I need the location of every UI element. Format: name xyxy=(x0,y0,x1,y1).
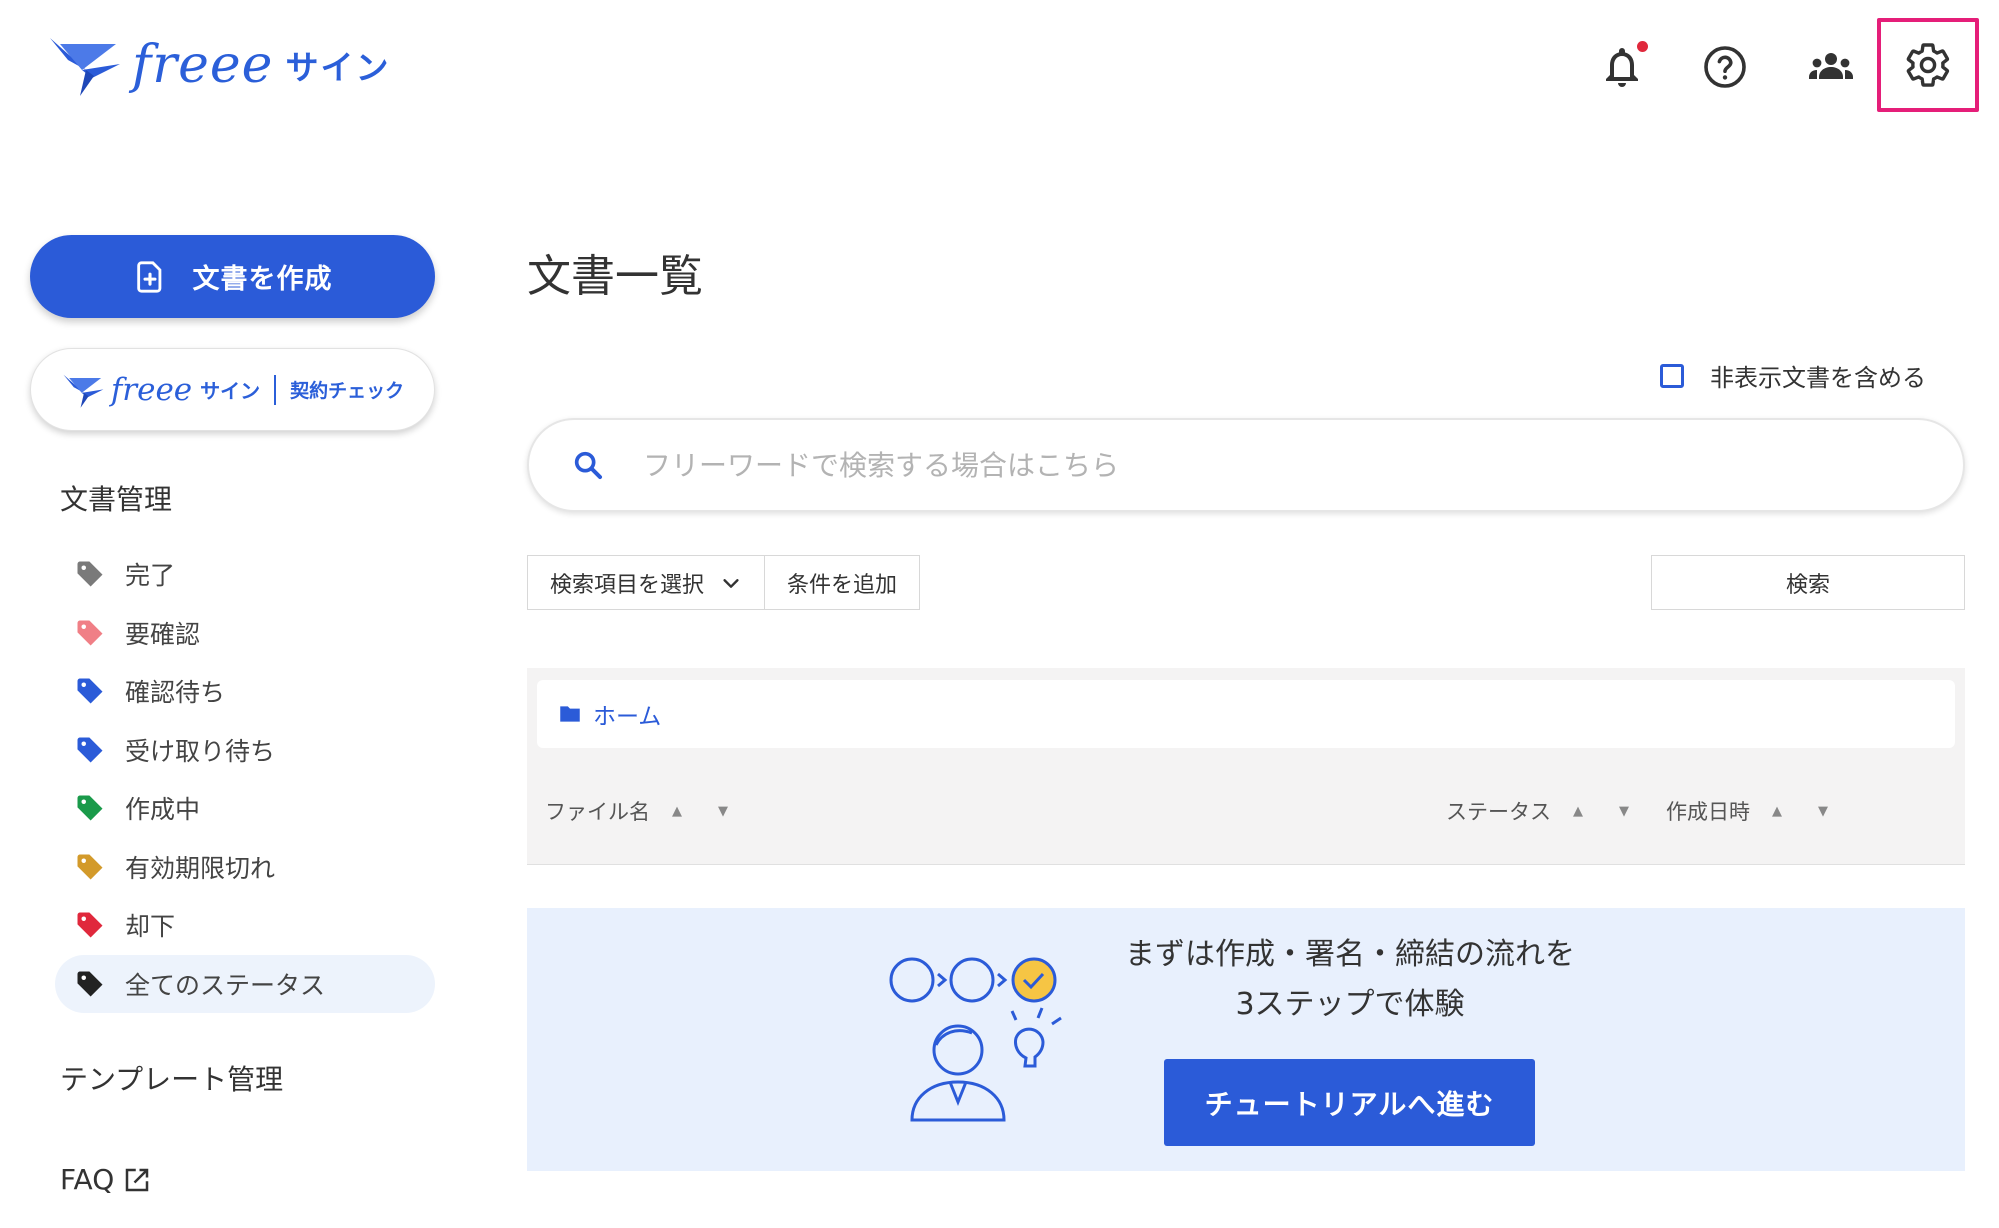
help-button[interactable] xyxy=(1693,35,1757,99)
status-label: 確認待ち xyxy=(125,678,226,707)
tag-icon xyxy=(77,737,103,762)
sort-controls: ▲ ▼ xyxy=(1772,804,1828,819)
filter-controls: 検索項目を選択 条件を追加 xyxy=(527,555,921,610)
include-hidden-checkbox[interactable]: 非表示文書を含める xyxy=(1660,358,1926,393)
chevron-down-icon xyxy=(723,578,739,588)
tutorial-message: まずは作成・署名・締結の流れを 3ステップで体験 xyxy=(1090,930,1610,1030)
faq-link[interactable]: FAQ xyxy=(60,1163,152,1196)
add-file-icon xyxy=(136,260,161,293)
document-management-heading: 文書管理 xyxy=(60,483,173,516)
create-document-label: 文書を作成 xyxy=(192,264,333,295)
page-title: 文書一覧 xyxy=(527,251,703,302)
check-logo-text: freee xyxy=(110,371,193,408)
settings-highlight-box xyxy=(1877,18,1979,112)
sort-asc-icon[interactable]: ▲ xyxy=(1573,804,1583,819)
tutorial-start-button[interactable]: チュートリアルへ進む xyxy=(1164,1059,1535,1146)
status-label: 完了 xyxy=(125,561,176,590)
notification-button[interactable] xyxy=(1590,35,1654,99)
status-filter-item[interactable]: 完了 xyxy=(55,545,435,603)
external-link-icon xyxy=(126,1168,149,1191)
tutorial-line-1: まずは作成・署名・締結の流れを xyxy=(1125,937,1575,972)
column-status-label: ステータス xyxy=(1446,800,1551,824)
sort-asc-icon[interactable]: ▲ xyxy=(672,804,682,819)
select-search-field-label: 検索項目を選択 xyxy=(550,572,705,598)
freee-sign-logo[interactable]: freee サイン xyxy=(46,30,390,100)
tag-icon xyxy=(77,620,103,645)
select-search-field-dropdown[interactable]: 検索項目を選択 xyxy=(528,556,765,609)
status-label: 有効期限切れ xyxy=(125,853,276,883)
search-button-label: 検索 xyxy=(1785,572,1830,598)
add-condition-button[interactable]: 条件を追加 xyxy=(764,556,920,609)
column-file-name-label: ファイル名 xyxy=(545,800,650,824)
column-header-created-at: 作成日時 ▲ ▼ xyxy=(1666,796,1828,826)
sort-controls: ▲ ▼ xyxy=(1573,804,1629,819)
status-label: 全てのステータス xyxy=(125,970,326,1000)
bird-logo-icon xyxy=(63,374,104,408)
status-filter-item[interactable]: 受け取り待ち xyxy=(55,721,435,779)
status-label: 要確認 xyxy=(125,619,201,649)
tag-icon xyxy=(77,971,103,996)
tag-icon xyxy=(77,561,103,587)
add-condition-label: 条件を追加 xyxy=(787,572,898,598)
team-icon xyxy=(1809,53,1853,79)
team-button[interactable] xyxy=(1799,35,1863,99)
status-filter-item[interactable]: 全てのステータス xyxy=(55,954,435,1013)
search-input[interactable] xyxy=(641,447,1845,483)
contract-check-button[interactable]: freee サイン 契約チェック xyxy=(30,348,435,431)
divider xyxy=(274,374,277,405)
template-management-link[interactable]: テンプレート管理 xyxy=(60,1058,283,1098)
include-hidden-label: 非表示文書を含める xyxy=(1710,364,1926,392)
tutorial-illustration-icon xyxy=(889,957,1062,1122)
search-icon xyxy=(574,451,603,480)
tag-icon xyxy=(77,678,103,704)
breadcrumb-home-link[interactable]: ホーム xyxy=(593,697,661,731)
contract-check-label: 契約チェック xyxy=(290,380,405,402)
check-logo-subtitle: サイン xyxy=(200,379,261,403)
tag-icon xyxy=(77,912,103,938)
sort-asc-icon[interactable]: ▲ xyxy=(1772,804,1782,819)
status-label: 作成中 xyxy=(125,795,201,824)
status-filter-item[interactable]: 確認待ち xyxy=(55,662,435,720)
bird-logo-icon xyxy=(50,38,120,96)
breadcrumb: ホーム xyxy=(537,680,1955,748)
tutorial-button-label: チュートリアルへ進む xyxy=(1204,1087,1495,1121)
tutorial-line-2: 3ステップで体験 xyxy=(1235,987,1465,1022)
status-filter-item[interactable]: 却下 xyxy=(55,896,435,954)
create-document-button[interactable]: 文書を作成 xyxy=(30,235,435,318)
status-label: 受け取り待ち xyxy=(125,736,276,766)
search-bar[interactable] xyxy=(527,418,1965,512)
column-created-at-label: 作成日時 xyxy=(1666,800,1750,824)
faq-label: FAQ xyxy=(60,1163,115,1196)
search-button[interactable]: 検索 xyxy=(1651,555,1965,610)
tag-icon xyxy=(77,795,103,821)
sort-desc-icon[interactable]: ▼ xyxy=(1818,804,1828,819)
column-header-status: ステータス ▲ ▼ xyxy=(1446,796,1629,826)
status-filter-item[interactable]: 要確認 xyxy=(55,604,435,662)
folder-icon xyxy=(560,706,580,722)
logo-subtitle: サイン xyxy=(285,48,391,87)
status-filter-item[interactable]: 作成中 xyxy=(55,779,435,837)
sort-desc-icon[interactable]: ▼ xyxy=(1619,804,1629,819)
notification-dot xyxy=(1637,41,1648,52)
status-label: 却下 xyxy=(125,912,176,941)
help-icon xyxy=(1704,46,1746,88)
checkbox-box[interactable] xyxy=(1660,363,1684,388)
logo-text: freee xyxy=(132,35,274,95)
sort-desc-icon[interactable]: ▼ xyxy=(718,804,728,819)
column-header-file-name: ファイル名 ▲ ▼ xyxy=(545,796,728,826)
tag-icon xyxy=(77,854,103,879)
sort-controls: ▲ ▼ xyxy=(672,804,728,819)
status-filter-item[interactable]: 有効期限切れ xyxy=(55,838,435,896)
